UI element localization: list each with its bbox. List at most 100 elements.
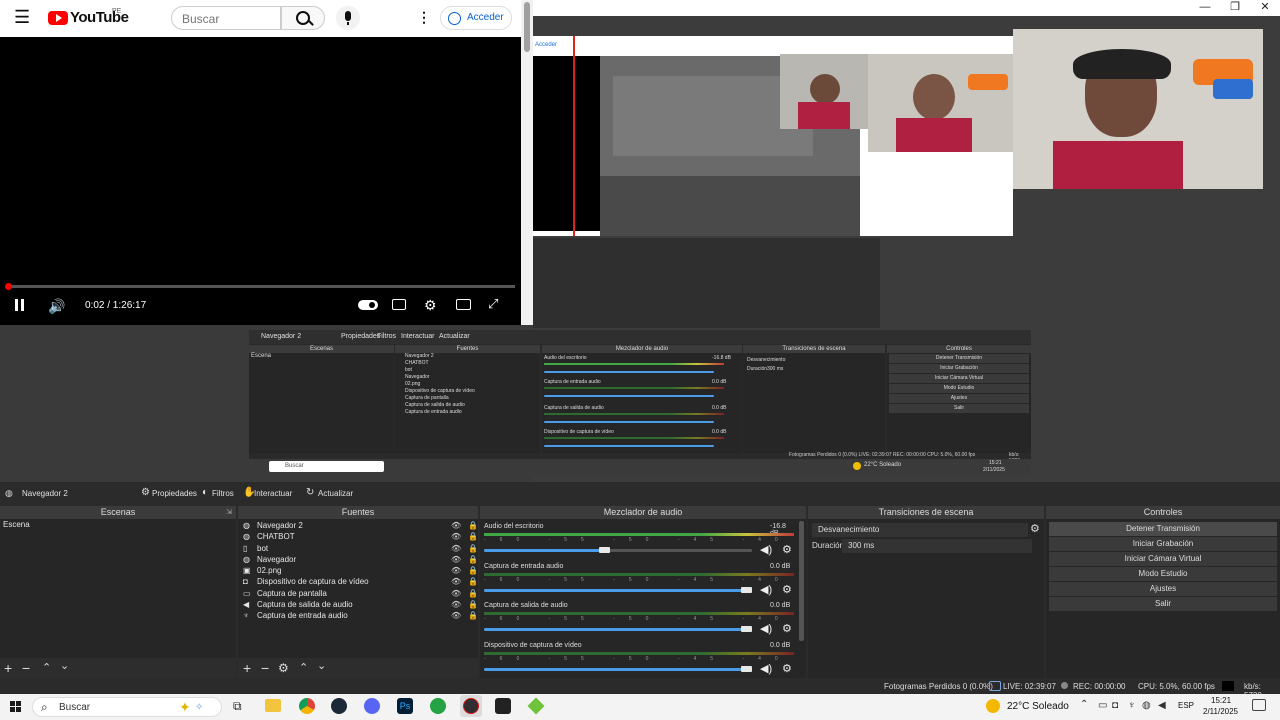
- remove-icon[interactable]: −: [261, 660, 269, 676]
- source-item[interactable]: ◍ CHATBOT 👁 🔒: [238, 531, 478, 542]
- interact-button[interactable]: Interactuar: [254, 489, 292, 498]
- file-explorer-icon[interactable]: [265, 699, 281, 712]
- add-icon[interactable]: +: [243, 660, 251, 676]
- start-recording-button[interactable]: Iniciar Grabación: [1049, 537, 1277, 551]
- photoshop-icon[interactable]: Ps: [397, 698, 413, 714]
- volume-icon[interactable]: ◀: [1158, 700, 1166, 711]
- source-item[interactable]: ◘ Dispositivo de captura de vídeo 👁 🔒: [238, 576, 478, 587]
- exit-button[interactable]: Salir: [1049, 597, 1277, 611]
- signin-button[interactable]: Acceder: [440, 6, 512, 30]
- lock-icon[interactable]: 🔒: [468, 520, 478, 531]
- channel-settings-icon[interactable]: ⚙: [782, 662, 792, 675]
- more-options-icon[interactable]: ⋮: [417, 9, 431, 26]
- mute-speaker-icon[interactable]: ◀): [760, 622, 772, 635]
- move-up-icon[interactable]: ⌃: [42, 661, 51, 674]
- voice-search-button[interactable]: [336, 6, 360, 30]
- notifications-icon[interactable]: [1252, 699, 1266, 711]
- filters-button[interactable]: Filtros: [212, 489, 234, 498]
- visibility-eye-icon[interactable]: 👁: [451, 599, 461, 610]
- volume-knob[interactable]: [599, 547, 610, 553]
- settings-icon[interactable]: ⚙: [424, 297, 437, 314]
- close-button[interactable]: ✕: [1250, 0, 1280, 14]
- clock-date[interactable]: 2/11/2025: [1203, 707, 1238, 716]
- source-item[interactable]: ▯ bot 👁 🔒: [238, 543, 478, 554]
- duration-input[interactable]: 300 ms: [842, 539, 1032, 553]
- mute-speaker-icon[interactable]: ◀): [760, 583, 772, 596]
- channel-settings-icon[interactable]: ⚙: [782, 543, 792, 556]
- volume-knob[interactable]: [741, 586, 752, 593]
- settings-button[interactable]: Ajustes: [1049, 582, 1277, 596]
- steam-icon[interactable]: [331, 698, 347, 714]
- volume-knob[interactable]: [741, 665, 752, 672]
- volume-icon[interactable]: 🔊: [48, 299, 65, 313]
- menu-icon[interactable]: ☰: [14, 8, 30, 26]
- source-item[interactable]: ▣ 02.png 👁 🔒: [238, 565, 478, 576]
- source-item[interactable]: ◀ Captura de salida de audio 👁 🔒: [238, 599, 478, 610]
- undock-icon[interactable]: ⇲: [226, 508, 232, 516]
- visibility-eye-icon[interactable]: 👁: [451, 554, 461, 565]
- camera-tray-icon[interactable]: ◘: [1112, 700, 1118, 711]
- chrome-icon[interactable]: [299, 698, 315, 714]
- mic-tray-icon[interactable]: ♆: [1128, 700, 1136, 711]
- visibility-eye-icon[interactable]: 👁: [451, 576, 461, 587]
- taskbar-search[interactable]: ⌕ Buscar ✦ ✧: [32, 697, 222, 717]
- lock-icon[interactable]: 🔒: [468, 565, 478, 576]
- add-icon[interactable]: +: [4, 660, 12, 676]
- source-item[interactable]: ▭ Captura de pantalla 👁 🔒: [238, 588, 478, 599]
- source-item[interactable]: ◍ Navegador 👁 🔒: [238, 554, 478, 565]
- mute-speaker-icon[interactable]: ◀): [760, 543, 772, 556]
- lock-icon[interactable]: 🔒: [468, 531, 478, 542]
- search-input[interactable]: Buscar: [171, 6, 281, 30]
- progress-scrubber[interactable]: [5, 283, 13, 290]
- visibility-eye-icon[interactable]: 👁: [451, 565, 461, 576]
- task-view-icon[interactable]: ⧉: [233, 699, 242, 714]
- lock-icon[interactable]: 🔒: [468, 554, 478, 565]
- upwork-icon[interactable]: [430, 698, 446, 714]
- mixer-scrollbar[interactable]: [799, 521, 804, 641]
- visibility-eye-icon[interactable]: 👁: [451, 520, 461, 531]
- language-indicator[interactable]: ESP: [1178, 701, 1194, 710]
- mute-speaker-icon[interactable]: ◀): [760, 662, 772, 675]
- progress-bar[interactable]: [6, 285, 515, 288]
- volume-knob[interactable]: [741, 626, 752, 632]
- subtitles-icon[interactable]: [392, 299, 406, 310]
- pause-icon[interactable]: [15, 299, 18, 311]
- start-virtual-camera-button[interactable]: Iniciar Cámara Virtual: [1049, 552, 1277, 566]
- obs-taskbar-button[interactable]: [460, 695, 482, 717]
- lock-icon[interactable]: 🔒: [468, 543, 478, 554]
- lock-icon[interactable]: 🔒: [468, 610, 478, 621]
- move-down-icon[interactable]: ⌄: [60, 659, 69, 672]
- battery-icon[interactable]: ▭: [1098, 700, 1107, 711]
- scene-item[interactable]: Escena: [0, 519, 236, 530]
- visibility-eye-icon[interactable]: 👁: [451, 531, 461, 542]
- visibility-eye-icon[interactable]: 👁: [451, 543, 461, 554]
- studio-mode-button[interactable]: Modo Estudio: [1049, 567, 1277, 581]
- stop-streaming-button[interactable]: Detener Transmisión: [1049, 522, 1277, 536]
- move-down-icon[interactable]: ⌄: [317, 659, 326, 672]
- autoplay-toggle[interactable]: [358, 300, 378, 310]
- restore-button[interactable]: ❐: [1220, 0, 1250, 14]
- channel-settings-icon[interactable]: ⚙: [782, 622, 792, 635]
- minecraft-icon[interactable]: [527, 697, 545, 715]
- transition-select[interactable]: Desvanecimiento: [812, 523, 1028, 537]
- transition-settings-icon[interactable]: ⚙: [1030, 522, 1040, 535]
- windows-start-icon[interactable]: [10, 701, 22, 713]
- capcut-icon[interactable]: [495, 698, 511, 714]
- properties-button[interactable]: Propiedades: [152, 489, 197, 498]
- weather-text[interactable]: 22°C Soleado: [1007, 701, 1069, 712]
- scrollbar-thumb[interactable]: [524, 2, 530, 52]
- visibility-eye-icon[interactable]: 👁: [451, 610, 461, 621]
- discord-icon[interactable]: [364, 698, 380, 714]
- lock-icon[interactable]: 🔒: [468, 588, 478, 599]
- source-item[interactable]: ♆ Captura de entrada audio 👁 🔒: [238, 610, 478, 621]
- gear-icon[interactable]: ⚙: [278, 661, 289, 675]
- video-player[interactable]: 🔊 0:02 / 1:26:17 ⚙ ⤢: [0, 37, 521, 325]
- lock-icon[interactable]: 🔒: [468, 576, 478, 587]
- source-item[interactable]: ◍ Navegador 2 👁 🔒: [238, 520, 478, 531]
- clock-time[interactable]: 15:21: [1211, 696, 1231, 705]
- network-icon[interactable]: ◍: [1142, 700, 1151, 711]
- youtube-logo-icon[interactable]: [48, 11, 68, 25]
- move-up-icon[interactable]: ⌃: [299, 661, 308, 674]
- refresh-button[interactable]: Actualizar: [318, 489, 353, 498]
- channel-settings-icon[interactable]: ⚙: [782, 583, 792, 596]
